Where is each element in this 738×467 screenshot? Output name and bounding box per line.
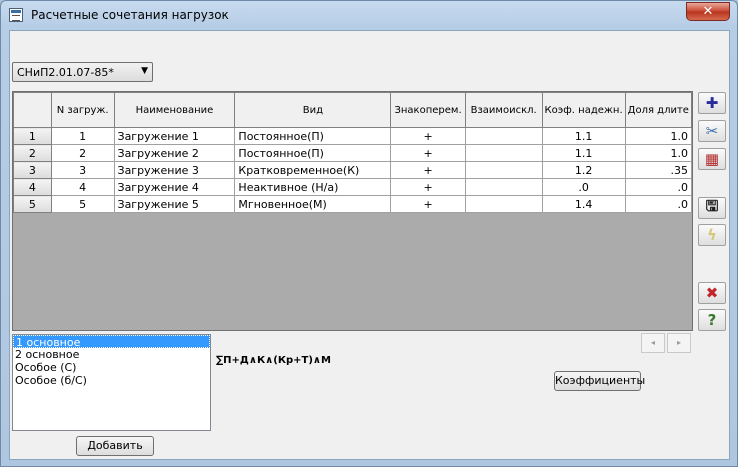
cell-type[interactable]: Кратковременное(К) bbox=[234, 161, 392, 179]
table-header-row: N загруж. Наименование Вид Знакоперем. В… bbox=[13, 92, 692, 128]
scroll-left-button[interactable]: ◂ bbox=[641, 333, 665, 353]
cell-mutually-exclusive[interactable] bbox=[464, 195, 543, 213]
cell-name[interactable]: Загружение 2 bbox=[113, 144, 236, 162]
scissors-icon: ✂ bbox=[705, 122, 719, 140]
cell-reliability-coef[interactable]: 1.2 bbox=[541, 161, 626, 179]
close-button[interactable]: ✕ bbox=[686, 2, 730, 21]
row-header[interactable]: 2 bbox=[13, 144, 52, 162]
cut-button[interactable]: ✂ bbox=[698, 120, 726, 142]
cell-long-term-share[interactable]: .0 bbox=[624, 178, 692, 196]
cell-load-number[interactable]: 5 bbox=[50, 195, 115, 213]
chevron-down-icon: ▼ bbox=[141, 66, 148, 76]
row-header[interactable]: 4 bbox=[13, 178, 52, 196]
help-button[interactable]: ? bbox=[698, 309, 726, 331]
cell-reliability-coef[interactable]: 1.1 bbox=[541, 127, 626, 145]
table-row[interactable]: 4 4 Загружение 4 Неактивное (Н/а) + .0 .… bbox=[13, 178, 692, 196]
list-item[interactable]: Особое (б/С) bbox=[13, 374, 210, 387]
column-header[interactable]: Знакоперем. bbox=[390, 92, 466, 128]
help-icon: ? bbox=[707, 311, 717, 329]
add-button[interactable]: Добавить bbox=[76, 436, 154, 456]
table-row[interactable]: 1 1 Загружение 1 Постоянное(П) + 1.1 1.0 bbox=[13, 127, 692, 145]
loads-table: N загруж. Наименование Вид Знакоперем. В… bbox=[13, 92, 692, 213]
cell-load-number[interactable]: 2 bbox=[50, 144, 115, 162]
close-red-icon: ✖ bbox=[705, 284, 719, 302]
norm-select[interactable]: СНиП2.01.07-85* ▼ bbox=[12, 62, 153, 82]
column-header[interactable] bbox=[13, 92, 52, 128]
main-window: Расчетные сочетания нагрузок ✕ СНиП2.01.… bbox=[0, 0, 738, 467]
list-item[interactable]: 1 основное bbox=[13, 335, 210, 349]
delete-table-icon: ▦ bbox=[704, 150, 720, 168]
cell-name[interactable]: Загружение 3 bbox=[113, 161, 236, 179]
delete-table-button[interactable]: ▦ bbox=[698, 148, 726, 170]
add-row-button[interactable]: ✚ bbox=[698, 92, 726, 114]
table-row[interactable]: 3 3 Загружение 3 Кратковременное(К) + 1.… bbox=[13, 161, 692, 179]
row-header[interactable]: 1 bbox=[13, 127, 52, 145]
cell-long-term-share[interactable]: .0 bbox=[624, 195, 692, 213]
save-icon: 🖫 bbox=[705, 196, 719, 215]
cell-sign-variable[interactable]: + bbox=[390, 161, 466, 179]
cell-long-term-share[interactable]: .35 bbox=[624, 161, 692, 179]
cell-type[interactable]: Постоянное(П) bbox=[234, 144, 392, 162]
loads-grid[interactable]: N загруж. Наименование Вид Знакоперем. В… bbox=[12, 91, 693, 331]
list-item[interactable]: Особое (С) bbox=[13, 361, 210, 374]
column-header[interactable]: Доля длите bbox=[624, 92, 692, 128]
list-item[interactable]: 2 основное bbox=[13, 348, 210, 361]
cell-reliability-coef[interactable]: .0 bbox=[541, 178, 626, 196]
cell-load-number[interactable]: 4 bbox=[50, 178, 115, 196]
cell-reliability-coef[interactable]: 1.4 bbox=[541, 195, 626, 213]
cell-load-number[interactable]: 1 bbox=[50, 127, 115, 145]
cell-load-number[interactable]: 3 bbox=[50, 161, 115, 179]
column-header[interactable]: Коэф. надежн. bbox=[541, 92, 626, 128]
cell-mutually-exclusive[interactable] bbox=[464, 178, 543, 196]
calc-sum-icon: ϟ bbox=[707, 226, 717, 244]
cell-name[interactable]: Загружение 4 bbox=[113, 178, 236, 196]
combinations-list[interactable]: 1 основное 2 основное Особое (С) Особое … bbox=[12, 334, 211, 431]
title-bar: Расчетные сочетания нагрузок ✕ bbox=[1, 1, 737, 29]
client-area: СНиП2.01.07-85* ▼ N загруж. Наименование… bbox=[9, 30, 730, 460]
add-row-icon: ✚ bbox=[705, 94, 719, 112]
app-icon bbox=[9, 8, 23, 22]
row-header[interactable]: 5 bbox=[13, 195, 52, 213]
column-header[interactable]: N загруж. bbox=[50, 92, 115, 128]
cell-type[interactable]: Мгновенное(М) bbox=[234, 195, 392, 213]
delete-button[interactable]: ✖ bbox=[698, 282, 726, 304]
cell-name[interactable]: Загружение 5 bbox=[113, 195, 236, 213]
cell-mutually-exclusive[interactable] bbox=[464, 144, 543, 162]
cell-mutually-exclusive[interactable] bbox=[464, 127, 543, 145]
save-button[interactable]: 🖫 bbox=[698, 197, 726, 219]
table-row[interactable]: 5 5 Загружение 5 Мгновенное(М) + 1.4 .0 bbox=[13, 195, 692, 213]
norm-select-value: СНиП2.01.07-85* bbox=[17, 66, 114, 79]
combination-formula: ∑П+Д∧К∧(Кр+Т)∧М bbox=[216, 355, 331, 366]
window-title: Расчетные сочетания нагрузок bbox=[31, 8, 229, 22]
cell-sign-variable[interactable]: + bbox=[390, 195, 466, 213]
cell-reliability-coef[interactable]: 1.1 bbox=[541, 144, 626, 162]
cell-type[interactable]: Неактивное (Н/а) bbox=[234, 178, 392, 196]
column-header[interactable]: Вид bbox=[234, 92, 392, 128]
cell-sign-variable[interactable]: + bbox=[390, 127, 466, 145]
cell-long-term-share[interactable]: 1.0 bbox=[624, 144, 692, 162]
table-row[interactable]: 2 2 Загружение 2 Постоянное(П) + 1.1 1.0 bbox=[13, 144, 692, 162]
cell-name[interactable]: Загружение 1 bbox=[113, 127, 236, 145]
cell-sign-variable[interactable]: + bbox=[390, 178, 466, 196]
scroll-right-button[interactable]: ▸ bbox=[667, 333, 691, 353]
column-header[interactable]: Наименование bbox=[113, 92, 236, 128]
cell-type[interactable]: Постоянное(П) bbox=[234, 127, 392, 145]
calc-sum-button[interactable]: ϟ bbox=[698, 224, 726, 246]
cell-sign-variable[interactable]: + bbox=[390, 144, 466, 162]
cell-long-term-share[interactable]: 1.0 bbox=[624, 127, 692, 145]
cell-mutually-exclusive[interactable] bbox=[464, 161, 543, 179]
coefficients-button[interactable]: Коэффициенты bbox=[554, 371, 645, 391]
column-header[interactable]: Взаимоискл. bbox=[464, 92, 543, 128]
row-header[interactable]: 3 bbox=[13, 161, 52, 179]
